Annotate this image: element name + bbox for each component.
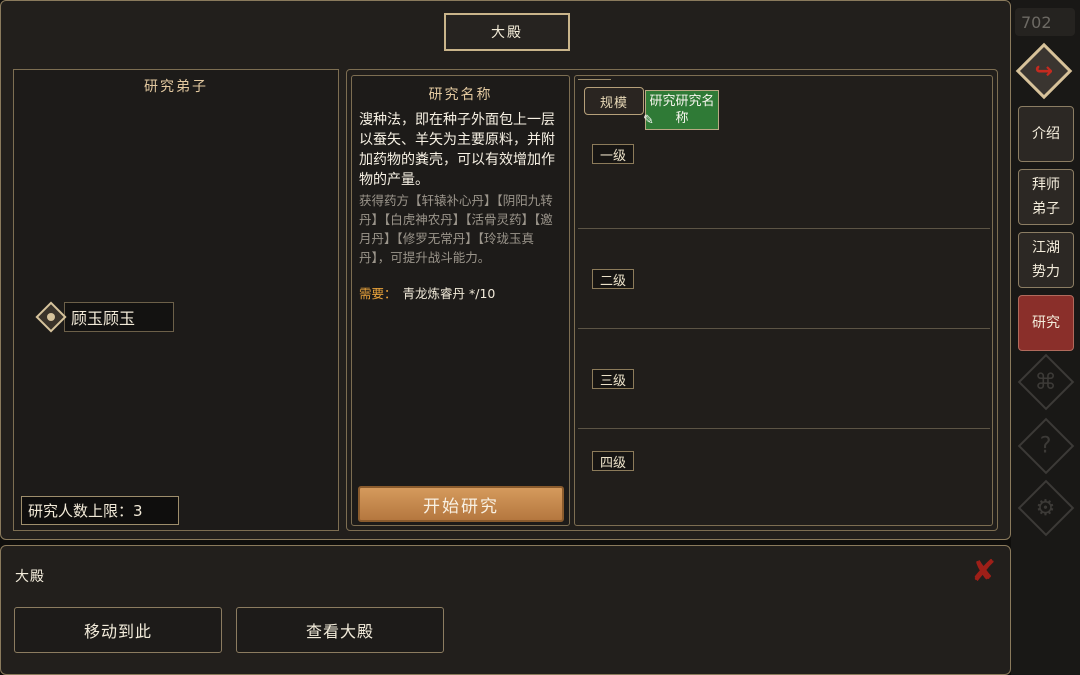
research-reward: 获得药方【轩辕补心丹】【阴阳九转丹】【白虎神农丹】【活骨灵药】【邀月丹】【修罗无… bbox=[359, 193, 553, 265]
requirement-value: 青龙炼睿丹 */10 bbox=[402, 286, 496, 301]
nav-intro[interactable]: 介绍 bbox=[1018, 106, 1074, 162]
tier-row: 四级 bbox=[578, 429, 990, 525]
tier-row: 三级 bbox=[578, 329, 990, 429]
tier-row: 一级 bbox=[578, 76, 990, 229]
nav-apprentice[interactable]: 拜师弟子 bbox=[1018, 169, 1074, 225]
tier-panel: 规模 研究研究名称 ✎ 一级 二级 三级 四级 bbox=[574, 75, 993, 526]
disciple-panel-header: 研究弟子 bbox=[144, 79, 208, 95]
counter-display: 702 bbox=[1015, 8, 1075, 36]
nav-intro-label: 介绍 bbox=[1032, 126, 1060, 142]
close-icon[interactable]: ✘ bbox=[971, 554, 996, 589]
bottom-title: 大殿 bbox=[15, 569, 45, 585]
tier-badge-4: 四级 bbox=[592, 451, 634, 471]
tier-row: 二级 bbox=[578, 229, 990, 329]
research-name-header: 研究名称 bbox=[428, 87, 493, 103]
bottom-panel: 大殿 ✘ 移动到此 查看大殿 bbox=[0, 545, 1011, 675]
research-description: 溲种法，即在种子外面包上一层以蚕矢、羊矢为主要原料，并附加药物的粪壳，可以有效增… bbox=[359, 112, 555, 188]
nav-jianghu[interactable]: 江湖势力 bbox=[1018, 232, 1074, 288]
disciple-avatar-icon bbox=[35, 301, 67, 333]
nav-apprentice-label: 拜师弟子 bbox=[1032, 177, 1060, 217]
nav-jianghu-label: 江湖势力 bbox=[1032, 240, 1060, 280]
research-info-panel: 研究名称 溲种法，即在种子外面包上一层以蚕矢、羊矢为主要原料，并附加药物的粪壳，… bbox=[351, 75, 570, 526]
requirement-label: 需要： bbox=[359, 286, 397, 301]
window-title: 大殿 bbox=[444, 13, 570, 51]
tier-badge-1: 一级 bbox=[592, 144, 634, 164]
research-capacity: 研究人数上限： 3 bbox=[21, 496, 179, 525]
disciple-item[interactable]: 顾玉顾玉 bbox=[35, 301, 174, 333]
move-here-button[interactable]: 移动到此 bbox=[14, 607, 222, 653]
tier-badge-3: 三级 bbox=[592, 369, 634, 389]
nav-research[interactable]: 研究 bbox=[1018, 295, 1074, 351]
research-requirement: 需要： 青龙炼睿丹 */10 bbox=[359, 283, 495, 302]
start-research-button[interactable]: 开始研究 bbox=[358, 486, 564, 522]
disciple-panel: 研究弟子 顾玉顾玉 研究人数上限： 3 bbox=[13, 69, 339, 531]
view-hall-button[interactable]: 查看大殿 bbox=[236, 607, 444, 653]
capacity-label: 研究人数上限： bbox=[28, 502, 134, 520]
tier-badge-2: 二级 bbox=[592, 269, 634, 289]
nav-research-label: 研究 bbox=[1032, 315, 1060, 331]
capacity-value: 3 bbox=[133, 501, 143, 520]
disciple-name: 顾玉顾玉 bbox=[64, 302, 174, 332]
